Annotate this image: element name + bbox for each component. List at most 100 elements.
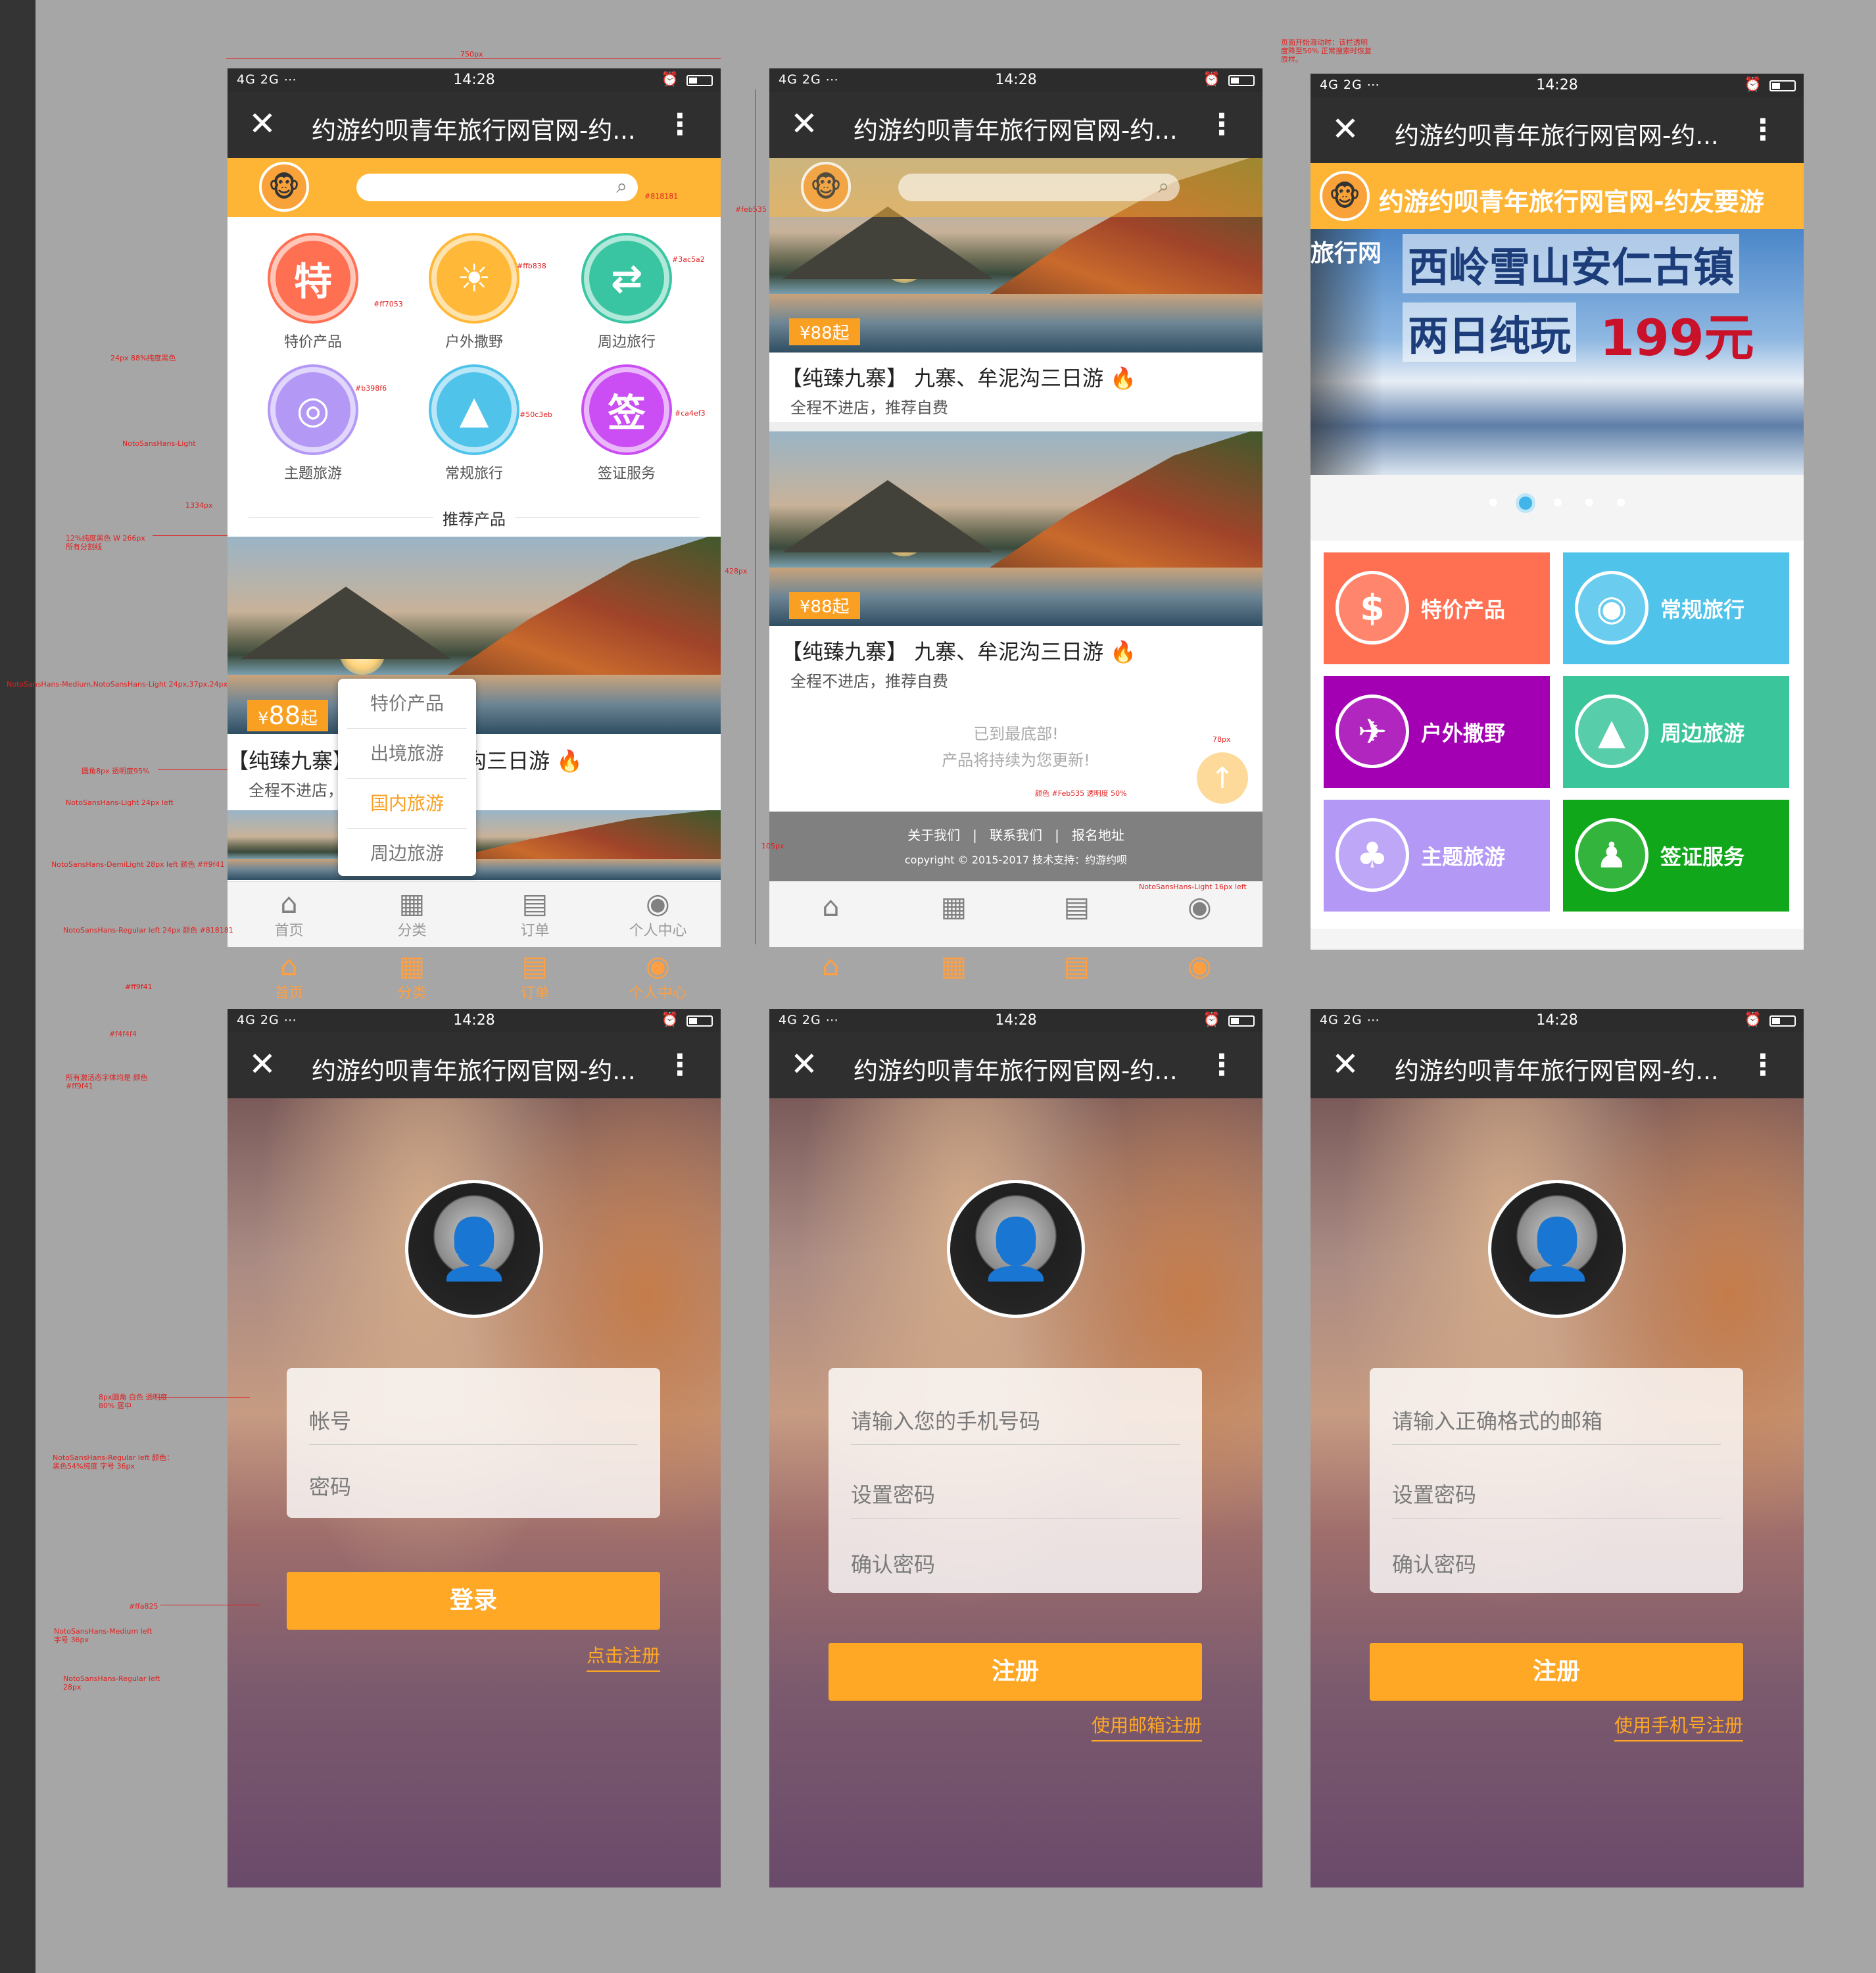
tab-home-active[interactable]: ⌂ [769,951,892,981]
tab-profile-active[interactable]: ◉ 个人中心 [596,951,719,1002]
tile-special[interactable]: $ 特价产品 [1324,552,1550,664]
brand-title: 约游约呗青年旅行网官网-约友要游 [1379,187,1764,216]
user-avatar[interactable]: 👤 [405,1180,543,1318]
phone-register-link[interactable]: 使用手机号注册 [1614,1711,1743,1742]
category-label: 户外撒野 [445,334,503,351]
annotation: NotoSansHans-Regular left 颜色：黑色54%纯度 字号 … [53,1453,174,1471]
footer-link-contact[interactable]: 联系我们 [990,827,1042,843]
more-icon[interactable]: ⋮ [665,105,694,145]
more-icon[interactable]: ⋮ [665,1046,694,1085]
tile-outdoor[interactable]: ✈ 户外撒野 [1324,676,1550,788]
register-form: 请输入您的手机号码 设置密码 确认密码 [829,1368,1202,1593]
tile-nearby[interactable]: ▲ 周边旅游 [1563,676,1789,788]
category-visa[interactable]: 签签证服务 [551,367,702,483]
annotation: #3ac5a2 [672,255,705,264]
annotation: NotoSansHans-DemiLight 28px left 颜色 #ff9… [51,860,225,869]
tab-orders-active[interactable]: ▤ 订单 [473,951,596,1002]
home-icon: ⌂ [280,950,298,982]
tab-home[interactable]: ⌂ 首页 [228,889,350,940]
annotation: #ff7053 [373,300,403,308]
tab-profile[interactable]: ◉ 个人中心 [596,889,719,940]
battery-icon [686,75,713,86]
account-field[interactable]: 帐号 [309,1405,638,1445]
popup-item[interactable]: 出境旅游 [347,729,467,779]
close-icon[interactable]: ✕ [249,104,276,143]
fire-icon: 🔥 [1110,639,1137,664]
logo-monkey-icon[interactable]: 🐵 [1320,171,1370,221]
set-password-field[interactable]: 设置密码 [1392,1478,1721,1519]
confirm-password-field[interactable]: 确认密码 [851,1548,1180,1588]
close-icon[interactable]: ✕ [790,104,818,143]
more-icon[interactable]: ⋮ [1748,110,1777,150]
banner[interactable]: 旅行网 西岭雪山安仁古镇 两日纯玩 199元 [1311,229,1804,475]
close-icon[interactable]: ✕ [249,1044,276,1084]
user-icon: ◉ [646,950,670,982]
tab-profile[interactable]: ◉ [1138,892,1261,922]
tab-home-active[interactable]: ⌂ 首页 [228,951,350,1002]
phone-field[interactable]: 请输入您的手机号码 [851,1405,1180,1445]
email-register-link[interactable]: 使用邮箱注册 [1091,1711,1202,1742]
special-icon: 特 [293,259,332,304]
tile-visa[interactable]: ♟ 签证服务 [1563,800,1789,912]
register-button[interactable]: 注册 [829,1643,1202,1701]
search-icon[interactable]: ⌕ [1158,175,1169,198]
category-nearby[interactable]: ⇄ 周边旅行 [551,235,702,351]
tab-category[interactable]: ▦ 分类 [350,889,473,940]
tab-category-active[interactable]: ▦ [892,951,1015,981]
close-icon[interactable]: ✕ [1332,1044,1359,1084]
more-icon[interactable]: ⋮ [1748,1046,1777,1085]
tab-category-active[interactable]: ▦ 分类 [350,951,473,1002]
tab-home[interactable]: ⌂ [769,892,892,922]
close-icon[interactable]: ✕ [790,1044,818,1084]
tab-orders[interactable]: ▤ 订单 [473,889,596,940]
login-button[interactable]: 登录 [287,1572,660,1630]
tile-label: 签证服务 [1660,844,1745,869]
clipboard-icon: ▤ [1063,890,1090,923]
user-avatar[interactable]: 👤 [1488,1180,1626,1318]
battery-icon [1228,75,1255,86]
page-title: 约游约呗青年旅行网官网-约... [312,1057,636,1085]
email-field[interactable]: 请输入正确格式的邮箱 [1392,1405,1721,1445]
footer-link-about[interactable]: 关于我们 [907,827,960,843]
banner-price: 199元 [1600,308,1754,367]
tile-theme[interactable]: ♣ 主题旅游 [1324,800,1550,912]
password-field[interactable]: 密码 [309,1471,638,1510]
search-input[interactable]: ⌕ [356,174,638,201]
register-button[interactable]: 注册 [1370,1643,1743,1701]
tab-category[interactable]: ▦ [892,892,1015,922]
logo-monkey-icon[interactable]: 🐵 [259,162,309,212]
popup-item[interactable]: 特价产品 [347,679,467,729]
product-title[interactable]: 【纯臻九寨】 九寨、牟泥沟三日游 🔥 [781,362,1136,392]
register-link[interactable]: 点击注册 [586,1642,660,1672]
popup-item-active[interactable]: 国内旅游 [347,779,467,829]
user-avatar[interactable]: 👤 [947,1180,1085,1318]
search-icon[interactable]: ⌕ [616,175,627,198]
close-icon[interactable]: ✕ [1332,109,1359,149]
status-bar: 4G 2G ⋯ 14:28 ⏰ [769,1009,1263,1033]
fire-icon: 🔥 [556,748,583,773]
section-title: 推荐产品 [228,506,721,529]
set-password-field[interactable]: 设置密码 [851,1478,1180,1519]
back-to-top-icon[interactable]: ↑ [1197,752,1248,804]
category-special[interactable]: 特特价产品 [237,235,389,351]
confirm-password-field[interactable]: 确认密码 [1392,1548,1721,1588]
popup-item[interactable]: 周边旅游 [347,829,467,879]
search-input[interactable]: ⌕ [898,174,1180,201]
category-outdoor[interactable]: ☀ 户外撒野 [398,235,550,351]
more-icon[interactable]: ⋮ [1207,1046,1236,1085]
tile-regular[interactable]: ◉ 常规旅行 [1563,552,1789,664]
tab-orders[interactable]: ▤ [1015,892,1138,922]
annotation: 颜色 #Feb535 透明度 50% [1035,789,1127,798]
banner-small-text: 旅行网 [1311,240,1382,267]
carousel-dots[interactable] [1311,493,1804,513]
tab-orders-active[interactable]: ▤ [1015,951,1138,981]
product-title-2[interactable]: 【纯臻九寨】 九寨、牟泥沟三日游 🔥 [781,635,1136,666]
category-regular[interactable]: ▲ 常规旅行 [398,367,550,483]
more-icon[interactable]: ⋮ [1207,105,1236,145]
logo-monkey-icon[interactable]: 🐵 [801,162,851,212]
tab-label: 个人中心 [629,985,687,1002]
tab-profile-active[interactable]: ◉ [1138,951,1261,981]
footer-link-address[interactable]: 报名地址 [1072,827,1124,843]
leader-line [153,535,228,536]
battery-icon [686,1015,713,1027]
